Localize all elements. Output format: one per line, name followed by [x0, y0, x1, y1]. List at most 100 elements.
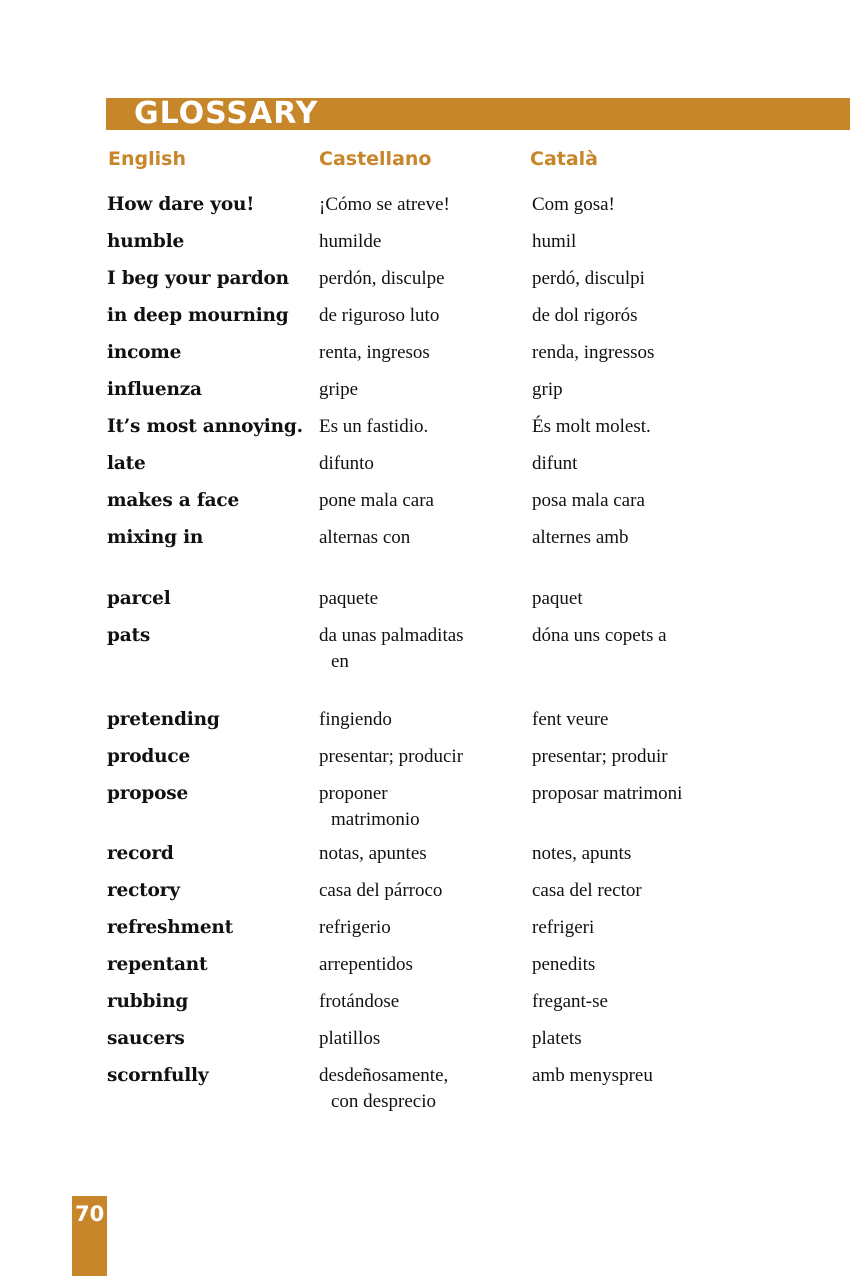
term-castellano: fingiendo: [319, 707, 519, 733]
term-catala: presentar; produir: [532, 746, 668, 767]
page-number: 70: [75, 1202, 105, 1226]
term-castellano: gripe: [319, 377, 519, 403]
column-header-catala: Català: [530, 148, 599, 170]
term-catala: de dol rigorós: [532, 305, 638, 326]
term-catala: paquet: [532, 588, 583, 609]
term-castellano-text: humilde: [319, 231, 382, 252]
glossary-row: It’s most annoying. Es un fastidio. És mol…: [107, 414, 827, 451]
term-catala: És molt molest.: [532, 416, 651, 437]
term-english: record: [107, 843, 174, 864]
term-castellano: frotándose: [319, 989, 519, 1015]
term-castellano: difunto: [319, 451, 519, 477]
term-castellano: perdón, disculpe: [319, 266, 519, 292]
term-castellano-text: notas, apuntes: [319, 843, 427, 864]
glossary-row: humble humilde humil: [107, 229, 827, 266]
term-castellano: platillos: [319, 1026, 519, 1052]
term-castellano-text: casa del párroco: [319, 880, 443, 901]
term-castellano: renta, ingresos: [319, 340, 519, 366]
term-catala: notes, apunts: [532, 843, 632, 864]
term-castellano: proponer matrimonio: [319, 781, 519, 833]
term-catala: humil: [532, 231, 577, 252]
term-castellano: presentar; producir: [319, 744, 519, 770]
term-castellano-text: arrepentidos: [319, 954, 413, 975]
term-castellano-text: desdeñosamente,: [319, 1065, 449, 1086]
term-castellano-text: frotándose: [319, 991, 400, 1012]
term-castellano-text: alternas con: [319, 527, 411, 548]
term-castellano: notas, apuntes: [319, 841, 519, 867]
term-catala: dóna uns copets a: [532, 625, 667, 646]
glossary-row: rectory casa del párroco casa del rector: [107, 878, 827, 915]
glossary-row: influenza gripe grip: [107, 377, 827, 414]
term-english: parcel: [107, 588, 171, 609]
term-english: makes a face: [107, 490, 240, 511]
glossary-row: I beg your pardon perdón, disculpe perdó, …: [107, 266, 827, 303]
glossary-row: late difunto difunt: [107, 451, 827, 488]
glossary-title-bar: GLOSSARY: [106, 96, 850, 131]
term-castellano-text: renta, ingresos: [319, 342, 430, 363]
term-castellano: Es un fastidio.: [319, 414, 519, 440]
term-castellano-text: gripe: [319, 379, 359, 400]
term-catala: refrigeri: [532, 917, 595, 938]
term-castellano-text: de riguroso luto: [319, 305, 440, 326]
term-english: refreshment: [107, 917, 233, 938]
term-castellano-text: presentar; producir: [319, 746, 464, 767]
term-english: in deep mourning: [107, 305, 289, 326]
term-castellano: alternas con: [319, 525, 519, 551]
term-castellano-text: ¡Cómo se atreve!: [319, 194, 450, 215]
glossary-row: mixing in alternas con alternes amb: [107, 525, 827, 562]
term-english: rubbing: [107, 991, 189, 1012]
term-catala: penedits: [532, 954, 596, 975]
page-title: GLOSSARY: [134, 96, 319, 131]
glossary-row: repentant arrepentidos penedits: [107, 952, 827, 989]
term-catala: posa mala cara: [532, 490, 645, 511]
term-castellano-text: refrigerio: [319, 917, 391, 938]
term-english: repentant: [107, 954, 208, 975]
term-castellano-text: perdón, disculpe: [319, 268, 445, 289]
term-castellano: humilde: [319, 229, 519, 255]
glossary-row: produce presentar; producir presentar; pro…: [107, 744, 827, 781]
term-castellano: pone mala cara: [319, 488, 519, 514]
glossary-row: record notas, apuntes notes, apunts: [107, 841, 827, 878]
glossary-row: scornfully desdeñosamente, con desprecio am…: [107, 1063, 827, 1123]
term-castellano: arrepentidos: [319, 952, 519, 978]
glossary-row: rubbing frotándose fregant-se: [107, 989, 827, 1026]
term-catala: fregant-se: [532, 991, 608, 1012]
term-english: saucers: [107, 1028, 185, 1049]
term-english: How dare you!: [107, 194, 255, 215]
column-header-castellano: Castellano: [319, 148, 432, 170]
term-english: mixing in: [107, 527, 204, 548]
term-english: humble: [107, 231, 185, 252]
glossary-row: propose proponer matrimonio proposar matrim…: [107, 781, 827, 841]
term-catala: casa del rector: [532, 880, 642, 901]
term-catala: proposar matrimoni: [532, 783, 683, 804]
term-castellano: casa del párroco: [319, 878, 519, 904]
term-english: propose: [107, 783, 189, 804]
term-english: income: [107, 342, 182, 363]
term-castellano-text: da unas palmaditas: [319, 625, 464, 646]
column-header-english: English: [108, 148, 186, 170]
term-english: I beg your pardon: [107, 268, 289, 289]
term-catala: perdó, disculpi: [532, 268, 645, 289]
page-number-tab: 70: [72, 1196, 107, 1276]
term-catala: platets: [532, 1028, 582, 1049]
term-castellano: de riguroso luto: [319, 303, 519, 329]
term-castellano: desdeñosamente, con desprecio: [319, 1063, 519, 1115]
term-english: late: [107, 453, 146, 474]
term-catala: alternes amb: [532, 527, 629, 548]
term-catala: difunt: [532, 453, 578, 474]
glossary-row: in deep mourning de riguroso luto de dol r…: [107, 303, 827, 340]
term-english: pretending: [107, 709, 220, 730]
term-castellano: da unas palmaditas en: [319, 623, 519, 675]
term-castellano-continued: en: [331, 651, 349, 672]
glossary-row: income renta, ingresos renda, ingressos: [107, 340, 827, 377]
term-castellano: paquete: [319, 586, 519, 612]
term-english: scornfully: [107, 1065, 209, 1086]
glossary-entries: How dare you! ¡Cómo se atreve! Com gosa! hu…: [107, 192, 827, 1123]
term-castellano-continued: matrimonio: [331, 809, 420, 830]
glossary-row: How dare you! ¡Cómo se atreve! Com gosa!: [107, 192, 827, 229]
term-english: rectory: [107, 880, 180, 901]
glossary-row: pretending fingiendo fent veure: [107, 707, 827, 744]
term-english: influenza: [107, 379, 202, 400]
term-catala: Com gosa!: [532, 194, 615, 215]
term-castellano-text: proponer: [319, 783, 388, 804]
